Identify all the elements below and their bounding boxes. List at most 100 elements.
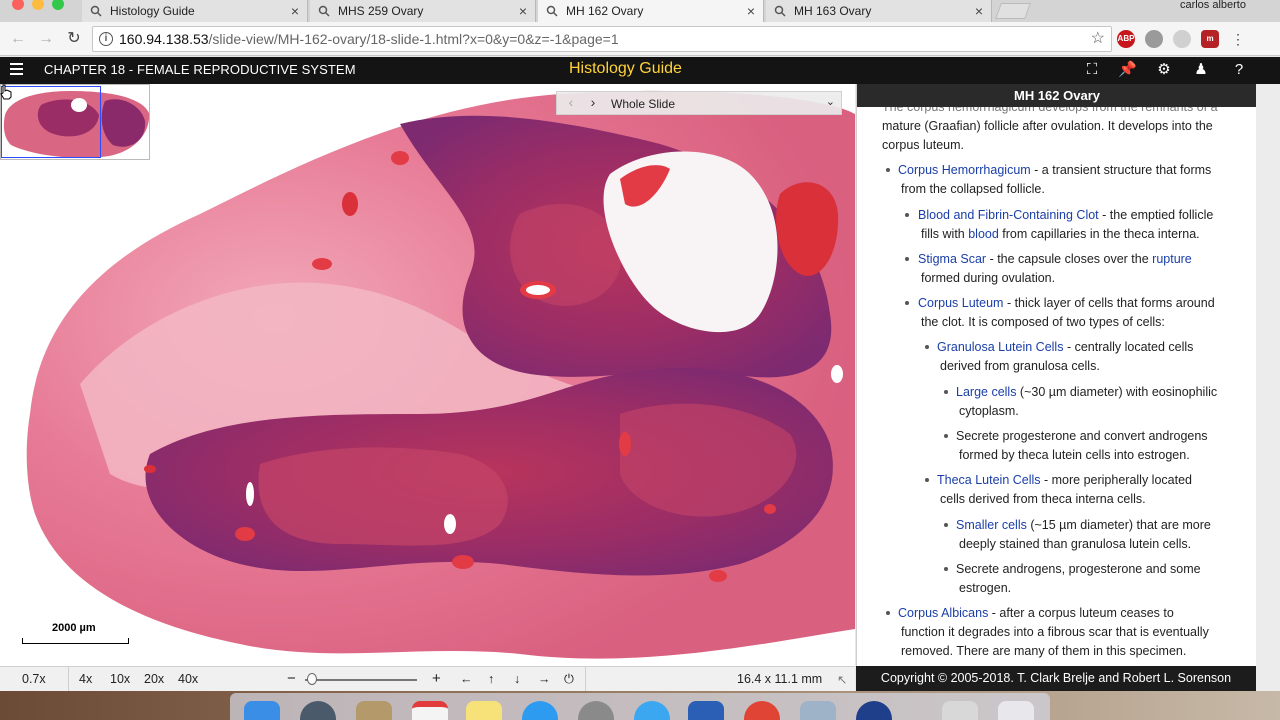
- smaller-cells-link[interactable]: Smaller cells: [956, 518, 1027, 532]
- tab-title: MH 163 Ovary: [794, 4, 872, 18]
- bookmark-star-icon[interactable]: ☆: [1091, 27, 1105, 51]
- stickies-icon[interactable]: [466, 701, 502, 720]
- divider: [585, 667, 586, 692]
- close-tab-icon[interactable]: ×: [975, 3, 983, 19]
- hamburger-menu-icon[interactable]: [10, 63, 23, 77]
- search-icon: [774, 5, 786, 17]
- tab-title: MH 162 Ovary: [566, 4, 644, 18]
- forward-icon[interactable]: →: [36, 29, 56, 49]
- list-item-text: deeply stained than granulosa lutein cel…: [959, 537, 1192, 551]
- chevron-down-icon[interactable]: ⌄: [826, 95, 835, 108]
- bullet: [944, 523, 948, 527]
- granulosa-lutein-link[interactable]: Granulosa Lutein Cells: [937, 340, 1063, 354]
- theca-lutein-link[interactable]: Theca Lutein Cells: [937, 473, 1041, 487]
- preview-icon[interactable]: [800, 701, 836, 720]
- finder-icon[interactable]: [244, 701, 280, 720]
- zoom-40x-button[interactable]: 40x: [178, 672, 198, 686]
- site-title[interactable]: Histology Guide: [569, 60, 682, 78]
- trash-icon[interactable]: [998, 701, 1034, 720]
- bullet: [886, 611, 890, 615]
- slide-overview-thumbnail[interactable]: [0, 84, 150, 160]
- notes-app-icon[interactable]: [356, 701, 392, 720]
- address-bar[interactable]: i 160.94.138.53/slide-view/MH-162-ovary/…: [92, 26, 1112, 52]
- pan-right-icon[interactable]: →: [538, 672, 551, 686]
- previous-slide-icon[interactable]: ‹: [563, 94, 579, 110]
- zoom-4x-button[interactable]: 4x: [79, 672, 92, 686]
- item-text: from capillaries in the theca interna.: [998, 227, 1200, 241]
- copyright-footer: Copyright © 2005-2018. T. Clark Brelje a…: [856, 666, 1256, 691]
- item-text: - the capsule closes over the: [986, 252, 1153, 266]
- tissue-image[interactable]: [0, 84, 855, 666]
- zoom-out-button[interactable]: −: [287, 670, 296, 687]
- intro-line-1: mature (Graafian) follicle after ovulati…: [882, 119, 1213, 133]
- close-window-button[interactable]: [12, 0, 24, 10]
- zoom-slider-thumb[interactable]: [307, 673, 317, 685]
- mendeley-extension-icon[interactable]: m: [1201, 30, 1219, 48]
- app-header: CHAPTER 18 - FEMALE REPRODUCTIVE SYSTEM …: [0, 57, 1280, 84]
- close-tab-icon[interactable]: ×: [291, 3, 299, 19]
- menu-kebab-icon[interactable]: ⋮: [1228, 29, 1248, 49]
- bullet: [944, 390, 948, 394]
- zoom-slider-track[interactable]: [305, 679, 417, 681]
- calendar-icon[interactable]: [412, 701, 448, 720]
- extension-icon[interactable]: [1173, 30, 1191, 48]
- corpus-luteum-link[interactable]: Corpus Luteum: [918, 296, 1003, 310]
- user-icon[interactable]: ♟: [1192, 61, 1210, 79]
- scrollbar-gutter[interactable]: [1256, 84, 1280, 691]
- info-icon[interactable]: i: [99, 32, 113, 46]
- bullet: [944, 567, 948, 571]
- zoom-in-button[interactable]: +: [432, 670, 441, 687]
- list-item-text: cytoplasm.: [959, 404, 1019, 418]
- list-item-clot: Blood and Fibrin-Containing Clot - the e…: [918, 206, 1213, 225]
- list-item-large-cells: Large cells (~30 µm diameter) with eosin…: [956, 383, 1217, 402]
- blood-link[interactable]: blood: [968, 227, 999, 241]
- back-icon[interactable]: ←: [8, 29, 28, 49]
- intro-line-2: corpus luteum.: [882, 138, 964, 152]
- scale-bar: 2000 µm: [22, 620, 129, 646]
- new-tab-button[interactable]: [995, 3, 1031, 19]
- minimize-window-button[interactable]: [32, 0, 44, 10]
- pin-icon[interactable]: 📌: [1118, 61, 1137, 79]
- reload-icon[interactable]: ↻: [64, 29, 84, 49]
- home-view-icon[interactable]: ⏻: [564, 672, 574, 687]
- slide-viewer[interactable]: ‹ › Whole Slide ⌄ 2000 µm: [0, 84, 855, 666]
- stigma-scar-link[interactable]: Stigma Scar: [918, 252, 986, 266]
- gear-icon[interactable]: ⚙: [1155, 61, 1173, 79]
- slide-select[interactable]: Whole Slide: [611, 97, 675, 111]
- scale-bar-line: [22, 638, 129, 644]
- blood-fibrin-clot-link[interactable]: Blood and Fibrin-Containing Clot: [918, 208, 1099, 222]
- item-text: - the emptied follicle: [1098, 208, 1214, 222]
- tab-mh-163-ovary[interactable]: MH 163 Ovary ×: [766, 0, 992, 22]
- adblock-extension-icon[interactable]: ABP: [1117, 30, 1135, 48]
- bullet: [925, 478, 929, 482]
- rupture-link[interactable]: rupture: [1152, 252, 1192, 266]
- large-cells-link[interactable]: Large cells: [956, 385, 1016, 399]
- zoom-10x-button[interactable]: 10x: [110, 672, 130, 686]
- tab-mhs-259-ovary[interactable]: MHS 259 Ovary ×: [310, 0, 536, 22]
- extension-icon[interactable]: [1145, 30, 1163, 48]
- zoom-20x-button[interactable]: 20x: [144, 672, 164, 686]
- search-icon: [546, 5, 558, 17]
- tab-mh-162-ovary[interactable]: MH 162 Ovary ×: [538, 0, 764, 22]
- pan-up-icon[interactable]: ↑: [488, 672, 494, 686]
- zoom-window-button[interactable]: [52, 0, 64, 10]
- word-icon[interactable]: [688, 701, 724, 720]
- pan-down-icon[interactable]: ↓: [514, 672, 520, 686]
- pan-left-icon[interactable]: ←: [460, 672, 473, 686]
- corpus-albicans-link[interactable]: Corpus Albicans: [898, 606, 988, 620]
- close-tab-icon[interactable]: ×: [747, 3, 755, 19]
- overview-viewport-box[interactable]: [1, 86, 101, 158]
- close-tab-icon[interactable]: ×: [519, 3, 527, 19]
- fullscreen-icon[interactable]: ⛶: [1083, 61, 1101, 79]
- chapter-title[interactable]: CHAPTER 18 - FEMALE REPRODUCTIVE SYSTEM: [44, 62, 356, 77]
- item-text: (~30 µm diameter) with eosinophilic: [1016, 385, 1218, 399]
- documents-folder-icon[interactable]: [942, 701, 978, 720]
- next-slide-icon[interactable]: ›: [585, 94, 601, 110]
- collapse-corner-icon[interactable]: ↖: [837, 672, 847, 687]
- profile-name[interactable]: carlos alberto: [1180, 0, 1246, 11]
- list-item-clot-line-2: fills with blood from capillaries in the…: [921, 225, 1200, 244]
- bullet: [886, 168, 890, 172]
- tab-histology-guide[interactable]: Histology Guide ×: [82, 0, 308, 22]
- corpus-hemorrhagicum-link[interactable]: Corpus Hemorrhagicum: [898, 163, 1031, 177]
- help-icon[interactable]: ?: [1230, 61, 1248, 79]
